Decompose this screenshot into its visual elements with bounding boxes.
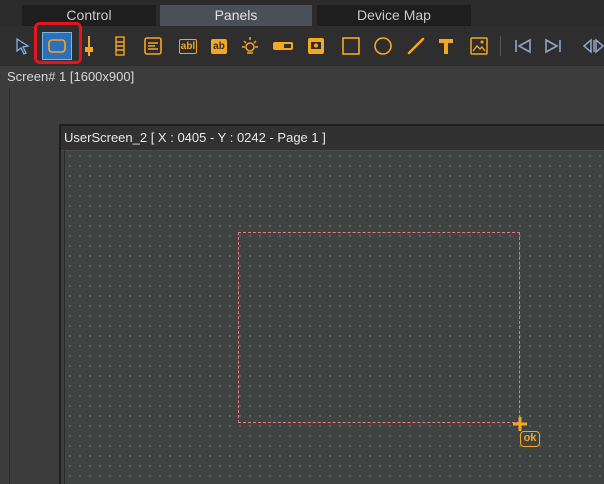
window-title: UserScreen_2 [ X : 0405 - Y : 0242 - Pag… [61,126,604,151]
design-canvas[interactable]: ok [64,151,604,484]
rectangle-tool[interactable] [340,32,362,60]
line-tool[interactable] [405,32,427,60]
circle-tool[interactable] [372,32,394,60]
bar-graph-icon [115,36,125,56]
toolbar-divider [500,36,501,56]
step-forward-tool[interactable] [542,32,564,60]
left-divider [9,88,10,484]
picture-tool[interactable] [304,32,328,60]
progress-bar-icon [273,42,293,50]
circle-icon [374,37,392,55]
selected-tool-highlight [34,22,82,64]
text-field-icon: abl [178,38,198,54]
image-tool[interactable] [468,32,490,60]
step-backward-tool[interactable] [512,32,534,60]
lamp-icon [242,37,258,54]
text-field-tool[interactable]: abl [176,32,200,60]
picture-frame-icon [308,38,324,54]
rectangle-icon [342,37,360,55]
pointer-icon [16,37,30,55]
panel-toolbar: abl ab [0,26,604,66]
slider-icon [85,36,93,56]
list-icon [144,37,162,55]
top-tab-bar: Control Panels Device Map [0,0,604,26]
text-label-tool[interactable]: ab [207,32,231,60]
step-forward-icon [545,38,561,54]
tab-panels[interactable]: Panels [160,5,312,26]
drawn-rectangle-outline[interactable] [238,232,520,423]
tab-device-map[interactable]: Device Map [317,5,471,26]
text-tool[interactable] [435,32,457,60]
bar-tool[interactable] [113,32,127,60]
screen-label: Screen# 1 [1600x900] [7,69,135,84]
progress-tool[interactable] [270,32,296,60]
text-t-icon [439,39,453,54]
list-tool[interactable] [142,32,164,60]
text-label-icon: ab [211,38,227,54]
line-icon [407,37,425,55]
pointer-tool[interactable] [12,32,34,60]
slider-tool[interactable] [82,32,96,60]
image-icon [470,37,488,55]
split-arrows-icon [582,38,604,54]
more-tool[interactable] [582,32,604,60]
user-screen-window[interactable]: UserScreen_2 [ X : 0405 - Y : 0242 - Pag… [59,124,604,484]
lamp-tool[interactable] [238,32,262,60]
ok-badge: ok [520,431,540,447]
step-backward-icon [515,38,531,54]
